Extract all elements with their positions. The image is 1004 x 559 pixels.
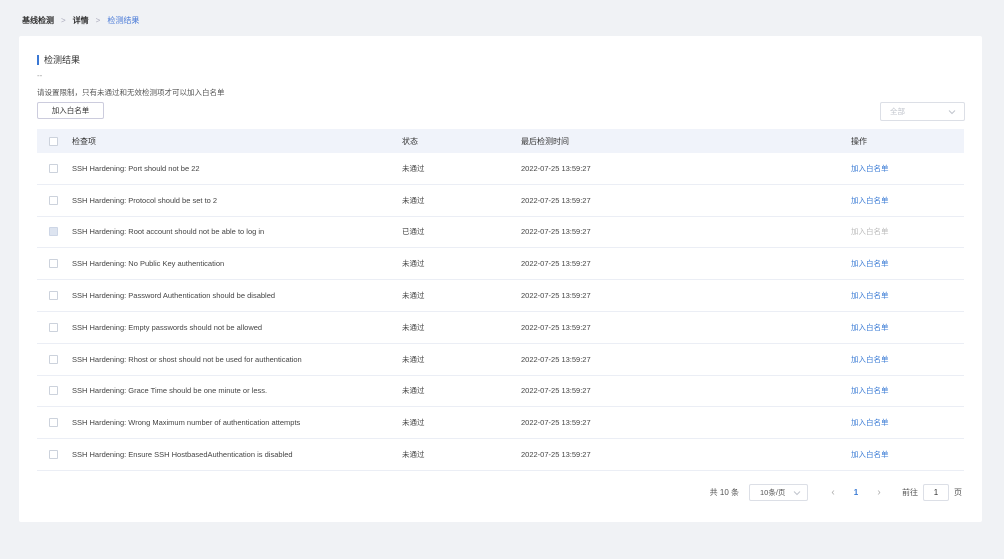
row-status: 未通过 — [402, 195, 425, 205]
results-card: 检测结果 -- 请设置限制，只有未通过和无效检测项才可以加入白名单 加入白名单 … — [19, 36, 982, 522]
table-row: SSH Hardening: Ensure SSH HostbasedAuthe… — [37, 439, 964, 471]
row-checkbox — [49, 227, 58, 237]
row-time: 2022-07-25 13:59:27 — [521, 163, 591, 173]
table-row: SSH Hardening: Wrong Maximum number of a… — [37, 407, 964, 440]
row-add-whitelist-link[interactable]: 加入白名单 — [851, 323, 889, 332]
row-checkbox[interactable] — [49, 418, 58, 428]
table-row: SSH Hardening: Rhost or shost should not… — [37, 344, 964, 376]
header-time: 最后检测时间 — [521, 136, 569, 146]
table-body: SSH Hardening: Port should not be 22 未通过 2… — [37, 153, 964, 471]
row-time: 2022-07-25 13:59:27 — [521, 450, 591, 460]
add-whitelist-button[interactable]: 加入白名单 — [37, 102, 104, 119]
row-add-whitelist-link[interactable]: 加入白名单 — [851, 164, 889, 173]
table-row: SSH Hardening: Empty passwords should no… — [37, 312, 964, 344]
row-checkbox[interactable] — [49, 386, 58, 396]
row-status: 未通过 — [402, 418, 425, 428]
table-row: SSH Hardening: Protocol should be set to… — [37, 185, 964, 217]
row-add-whitelist-link[interactable]: 加入白名单 — [851, 355, 889, 364]
row-time: 2022-07-25 13:59:27 — [521, 418, 591, 428]
whitelist-hint: 请设置限制，只有未通过和无效检测项才可以加入白名单 — [37, 88, 225, 97]
status-filter-select[interactable]: 全部 — [880, 102, 965, 121]
placeholder-dashes: -- — [37, 71, 43, 80]
goto-page-input[interactable]: 1 — [923, 484, 949, 501]
table-row: SSH Hardening: Password Authentication s… — [37, 280, 964, 312]
row-name: SSH Hardening: Protocol should be set to… — [72, 195, 218, 205]
row-add-whitelist-link[interactable]: 加入白名单 — [851, 196, 889, 205]
row-status: 已通过 — [402, 227, 425, 237]
header-status: 状态 — [402, 136, 418, 146]
row-time: 2022-07-25 13:59:27 — [521, 291, 591, 301]
goto-label: 前往 — [902, 488, 918, 497]
row-add-whitelist-link[interactable]: 加入白名单 — [851, 386, 889, 395]
row-checkbox[interactable] — [49, 322, 58, 332]
header-op: 操作 — [851, 136, 867, 146]
row-time: 2022-07-25 13:59:27 — [521, 354, 591, 364]
row-time: 2022-07-25 13:59:27 — [521, 227, 591, 237]
section-title: 检测结果 — [37, 55, 80, 65]
row-add-whitelist-link: 加入白名单 — [851, 227, 889, 237]
header-name: 检查项 — [72, 136, 96, 146]
row-name: SSH Hardening: Port should not be 22 — [72, 163, 200, 173]
row-checkbox[interactable] — [49, 163, 58, 173]
row-name: SSH Hardening: Empty passwords should no… — [72, 322, 263, 332]
table-header: 检查项 状态 最后检测时间 操作 — [37, 129, 964, 153]
select-all-checkbox[interactable] — [49, 136, 58, 146]
row-status: 未通过 — [402, 163, 425, 173]
page-size-select[interactable]: 10条/页 — [749, 484, 808, 501]
row-checkbox[interactable] — [49, 259, 58, 269]
row-name: SSH Hardening: Rhost or shost should not… — [72, 354, 302, 364]
row-time: 2022-07-25 13:59:27 — [521, 322, 591, 332]
row-name: SSH Hardening: Grace Time should be one … — [72, 386, 268, 396]
row-checkbox[interactable] — [49, 195, 58, 205]
pagination: 共 10 条 10条/页 ‹ 1 › 前往 1 页 — [710, 484, 962, 501]
row-name: SSH Hardening: Password Authentication s… — [72, 291, 276, 301]
row-time: 2022-07-25 13:59:27 — [521, 195, 591, 205]
chevron-down-icon — [793, 490, 801, 495]
page-size-value: 10条/页 — [760, 488, 786, 497]
table-row: SSH Hardening: Grace Time should be one … — [37, 376, 964, 408]
row-checkbox[interactable] — [49, 354, 58, 364]
row-status: 未通过 — [402, 291, 425, 301]
row-status: 未通过 — [402, 386, 425, 396]
row-status: 未通过 — [402, 259, 425, 269]
breadcrumb-item-detail[interactable]: 详情 — [73, 15, 89, 26]
status-filter-value: 全部 — [890, 107, 905, 116]
pagination-total: 共 10 条 — [709, 488, 739, 497]
breadcrumb-item-baseline[interactable]: 基线检测 — [22, 15, 54, 26]
row-name: SSH Hardening: Ensure SSH HostbasedAuthe… — [72, 450, 293, 460]
row-status: 未通过 — [402, 354, 425, 364]
breadcrumb-separator-icon: > — [95, 15, 101, 25]
breadcrumb-separator-icon: > — [61, 15, 66, 25]
table-row: SSH Hardening: Root account should not b… — [37, 217, 964, 249]
row-add-whitelist-link[interactable]: 加入白名单 — [851, 259, 889, 268]
row-time: 2022-07-25 13:59:27 — [521, 386, 591, 396]
row-name: SSH Hardening: Wrong Maximum number of a… — [72, 418, 301, 428]
row-name: SSH Hardening: No Public Key authenticat… — [72, 259, 225, 269]
page-suffix: 页 — [954, 488, 962, 497]
page-number[interactable]: 1 — [842, 488, 870, 497]
row-add-whitelist-link[interactable]: 加入白名单 — [851, 418, 889, 427]
results-table: 检查项 状态 最后检测时间 操作 SSH Hardening: Port sho… — [37, 129, 964, 471]
chevron-right-icon[interactable]: › — [870, 487, 888, 498]
row-status: 未通过 — [402, 322, 425, 332]
row-status: 未通过 — [402, 450, 425, 460]
row-add-whitelist-link[interactable]: 加入白名单 — [851, 450, 889, 459]
chevron-down-icon — [948, 109, 956, 114]
row-time: 2022-07-25 13:59:27 — [521, 259, 591, 269]
row-name: SSH Hardening: Root account should not b… — [72, 227, 265, 237]
row-add-whitelist-link[interactable]: 加入白名单 — [851, 291, 889, 300]
breadcrumb-item-current: 检测结果 — [107, 15, 140, 25]
row-checkbox[interactable] — [49, 450, 58, 460]
breadcrumb: 基线检测 > 详情 > 检测结果 — [22, 14, 139, 26]
row-checkbox[interactable] — [49, 291, 58, 301]
table-row: SSH Hardening: Port should not be 22 未通过 2… — [37, 153, 964, 185]
chevron-left-icon[interactable]: ‹ — [824, 487, 842, 498]
table-row: SSH Hardening: No Public Key authenticat… — [37, 248, 964, 281]
